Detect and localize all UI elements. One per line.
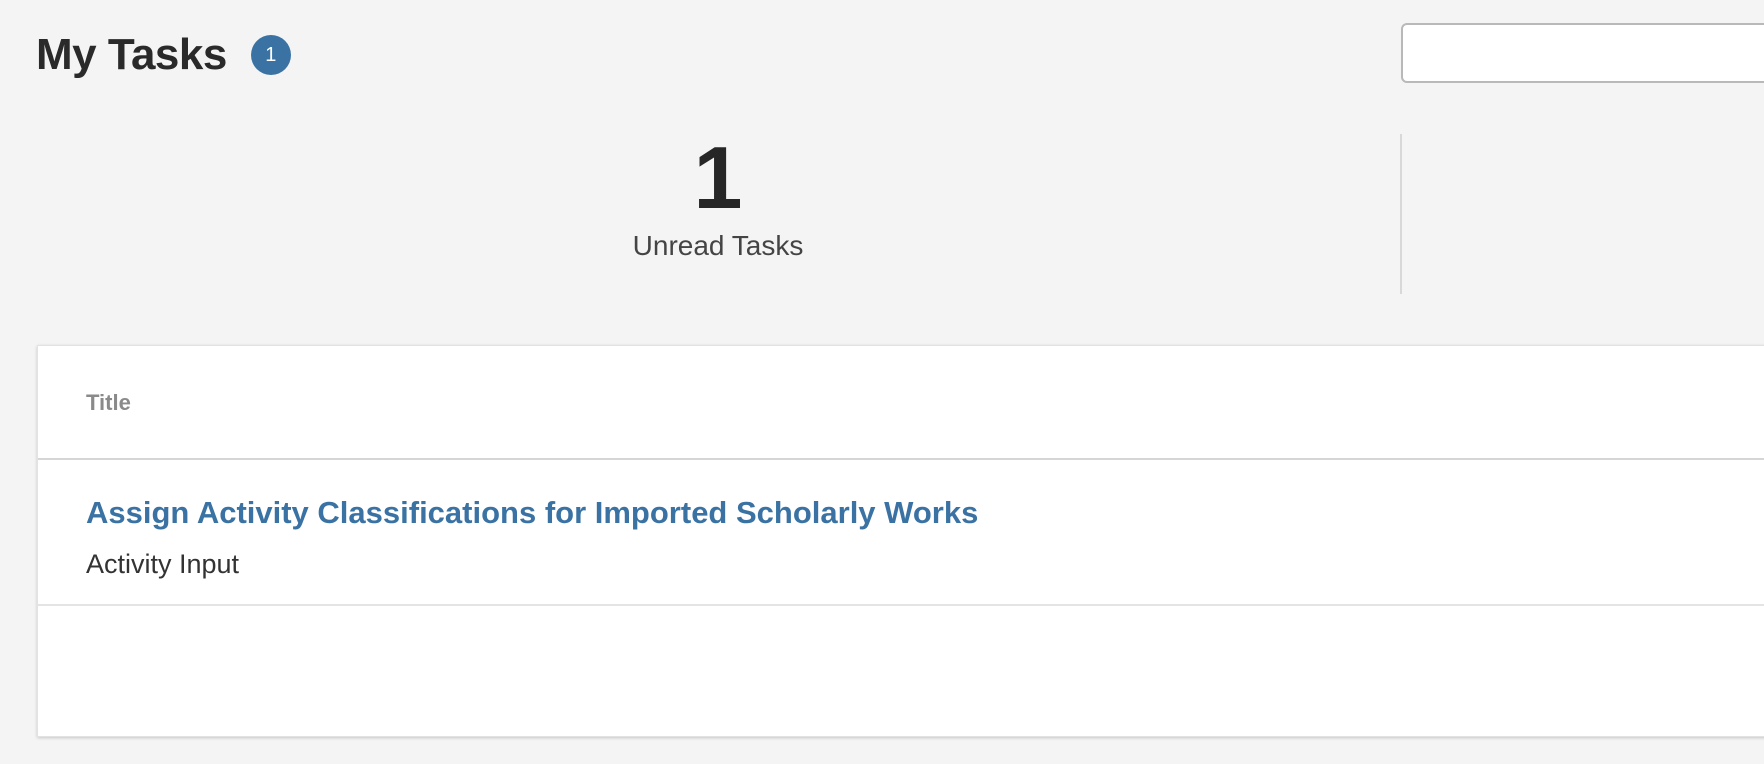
- unread-tasks-stat[interactable]: 1 Unread Tasks: [36, 130, 1400, 262]
- task-subtitle: Activity Input: [86, 549, 240, 579]
- task-title-link[interactable]: Assign Activity Classifications for Impo…: [86, 494, 978, 532]
- page: My Tasks 1 1 Unread Tasks Title Assign A…: [0, 0, 1764, 764]
- unread-count: 1: [693, 128, 743, 227]
- stats-divider: [1400, 134, 1402, 294]
- table-header: Title: [38, 346, 1764, 460]
- search-input[interactable]: [1401, 23, 1764, 83]
- page-header: My Tasks 1: [36, 28, 291, 82]
- stats-panel: 1 Unread Tasks: [36, 130, 1402, 294]
- task-count-badge: 1: [250, 35, 291, 75]
- table-row: Assign Activity Classifications for Impo…: [38, 460, 1764, 606]
- page-title: My Tasks: [36, 30, 227, 79]
- tasks-table: Title Assign Activity Classifications fo…: [37, 345, 1764, 737]
- column-header-title[interactable]: Title: [86, 390, 131, 416]
- unread-label: Unread Tasks: [632, 230, 804, 261]
